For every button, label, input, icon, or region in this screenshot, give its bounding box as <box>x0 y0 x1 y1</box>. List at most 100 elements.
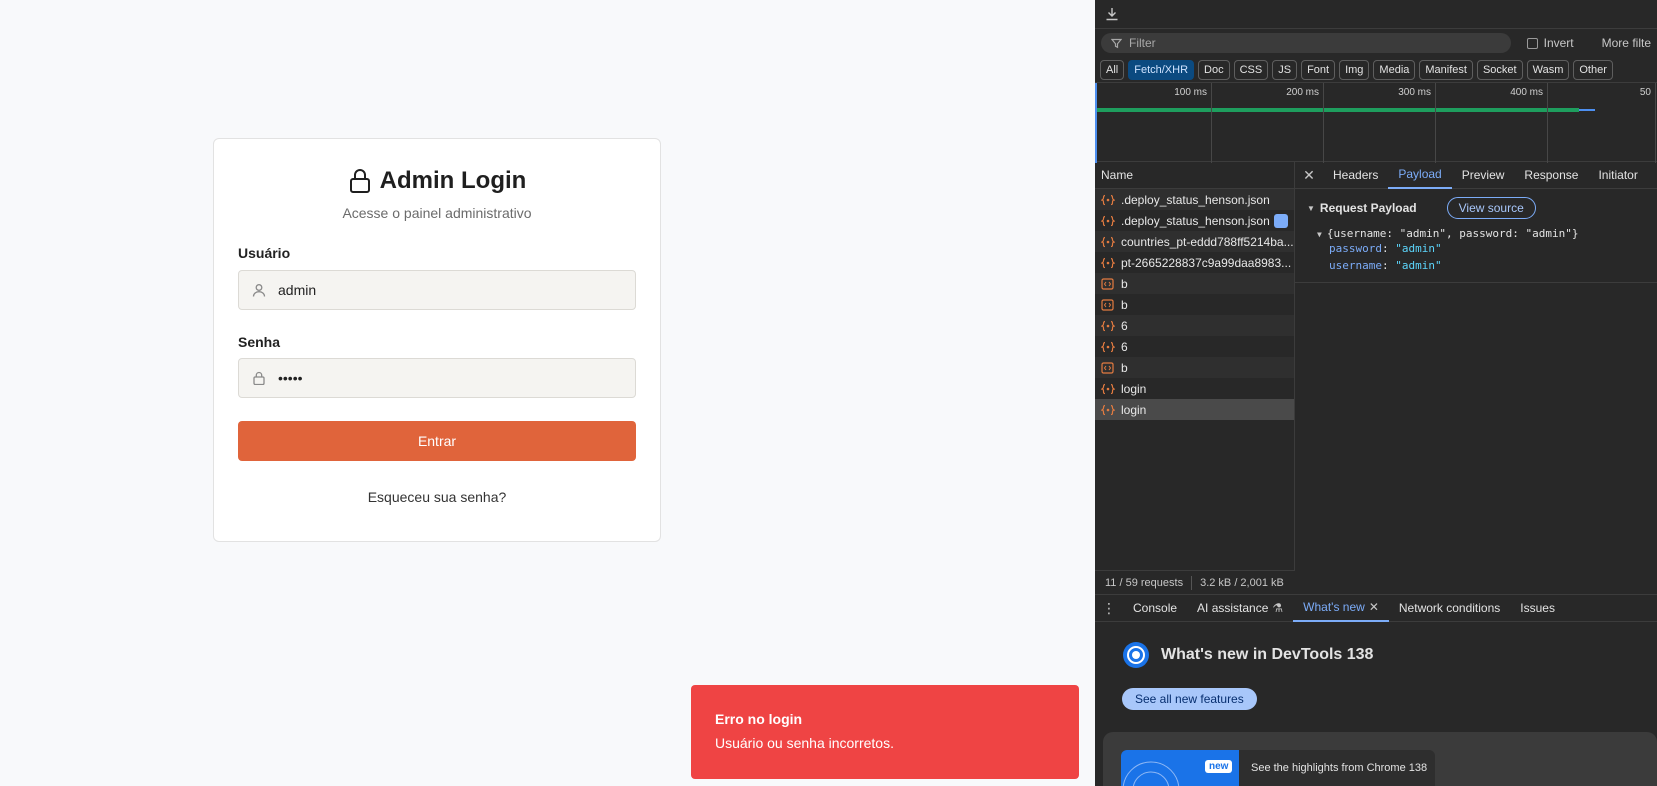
type-filter-chip[interactable]: CSS <box>1233 60 1269 80</box>
type-filter-chip[interactable]: Fetch/XHR <box>1128 60 1195 80</box>
invert-checkbox[interactable] <box>1526 37 1538 49</box>
drawer-tab[interactable]: What's new ✕ <box>1293 594 1389 622</box>
request-name: .deploy_status_henson.json <box>1121 192 1270 207</box>
type-filter-chip[interactable]: All <box>1100 60 1125 80</box>
detail-tab[interactable]: Preview <box>1452 162 1515 189</box>
detail-tab[interactable]: Response <box>1514 162 1588 189</box>
invert-toggle[interactable]: Invert <box>1526 36 1574 50</box>
chrome-logo-icon <box>1122 761 1180 786</box>
view-source-button[interactable]: View source <box>1446 197 1536 219</box>
request-name: .deploy_status_henson.json <box>1121 213 1270 228</box>
type-filter-row: All Fetch/XHR Doc CSS JS Font Img Media Manifest… <box>1095 57 1657 83</box>
drawer-tab-bar: ⋮ Console AI assistance ⚗ What's new ✕ Networ… <box>1095 594 1657 622</box>
caret-down-icon: ▼ <box>1307 203 1315 213</box>
request-row[interactable]: .deploy_status_henson.json <box>1095 210 1294 231</box>
network-timeline[interactable]: 100 ms 200 ms 300 ms 400 ms 50 <box>1095 82 1657 163</box>
timeline-bar <box>1097 108 1579 112</box>
request-row[interactable]: 6 <box>1095 315 1294 336</box>
error-toast: Erro no login Usuário ou senha incorreto… <box>691 685 1079 779</box>
request-name: b <box>1121 297 1128 312</box>
type-filter-chip[interactable]: Doc <box>1198 60 1230 80</box>
more-filters-button[interactable]: More filte <box>1602 36 1651 50</box>
type-filter-chip[interactable]: Wasm <box>1526 60 1570 80</box>
type-filter-chip[interactable]: Img <box>1339 60 1370 80</box>
detail-tab[interactable]: Headers <box>1323 162 1388 189</box>
see-all-features-button[interactable]: See all new features <box>1122 688 1257 710</box>
request-name: countries_pt-eddd788ff5214ba... <box>1121 234 1294 249</box>
fetch-icon <box>1101 236 1115 247</box>
request-row[interactable]: b <box>1095 273 1294 294</box>
username-field[interactable]: admin <box>238 270 636 310</box>
detail-tab[interactable]: Payload <box>1388 162 1452 189</box>
request-name: 6 <box>1121 339 1128 354</box>
request-row[interactable]: countries_pt-eddd788ff5214ba... <box>1095 231 1294 252</box>
request-row[interactable]: pt-2665228837c9a99daa8983... <box>1095 252 1294 273</box>
detail-tab-bar: ✕ Headers Payload Preview Response Initiator <box>1295 162 1657 189</box>
timeline-gridline <box>1211 83 1212 163</box>
drawer-tab[interactable]: Console <box>1123 594 1187 622</box>
close-icon[interactable]: ✕ <box>1295 167 1323 184</box>
username-value: admin <box>278 282 317 298</box>
fetch-icon <box>1101 215 1115 226</box>
request-row[interactable]: 6 <box>1095 336 1294 357</box>
login-title-text: Admin Login <box>379 167 527 194</box>
payload-key: username <box>1329 259 1382 272</box>
payload-section-title: Request Payload <box>1319 201 1417 215</box>
request-row[interactable]: .deploy_status_henson.json <box>1095 189 1294 210</box>
request-row[interactable]: login <box>1095 378 1294 399</box>
payload-field[interactable]: password: "admin" <box>1329 240 1657 257</box>
payload-summary: {username: "admin", password: "admin"} <box>1326 227 1579 240</box>
more-vert-icon[interactable]: ⋮ <box>1095 600 1123 617</box>
new-badge: new <box>1205 760 1233 773</box>
request-name: b <box>1121 276 1128 291</box>
payload-divider <box>1295 282 1657 283</box>
chrome-devtools-icon <box>1123 642 1149 668</box>
type-filter-chip[interactable]: Font <box>1301 60 1336 80</box>
type-filter-chip[interactable]: Other <box>1573 60 1613 80</box>
drawer-tab[interactable]: Issues <box>1510 594 1565 622</box>
login-submit-button[interactable]: Entrar <box>238 421 636 461</box>
status-separator <box>1191 575 1193 590</box>
xhr-icon <box>1101 361 1114 374</box>
password-field[interactable]: ••••• <box>238 358 636 398</box>
request-rows: .deploy_status_henson.json .deploy_status… <box>1095 189 1294 420</box>
fetch-icon <box>1101 341 1115 352</box>
download-icon[interactable] <box>1105 7 1119 21</box>
detail-tab[interactable]: Initiator <box>1588 162 1647 189</box>
request-row[interactable]: b <box>1095 357 1294 378</box>
request-row[interactable]: login <box>1095 399 1294 420</box>
type-filter-chip[interactable]: Socket <box>1476 60 1523 80</box>
devtools-panel: Filter Invert More filte All Fetch/XHR Doc… <box>1095 0 1657 786</box>
timeline-cursor <box>1095 83 1097 163</box>
request-list: Name .deploy_status_henson.json .deploy_s… <box>1095 162 1295 594</box>
timeline-tick-label: 50 <box>1639 87 1651 98</box>
drawer-tab[interactable]: Network conditions <box>1389 594 1510 622</box>
timeline-gridline <box>1435 83 1436 163</box>
transfer-size: 3.2 kB / 2,001 kB <box>1200 576 1284 589</box>
login-card: Admin Login Acesse o painel administrati… <box>213 138 661 542</box>
filter-row: Filter Invert More filte <box>1095 29 1657 57</box>
xhr-icon <box>1101 298 1114 311</box>
timeline-tick-label: 300 ms <box>1398 87 1431 98</box>
payload-field[interactable]: username: "admin" <box>1329 257 1657 274</box>
fetch-icon <box>1101 320 1115 331</box>
toast-message: Usuário ou senha incorretos. <box>715 735 894 751</box>
highlights-item[interactable]: new See the highlights from Chrome 138 <box>1121 750 1435 786</box>
name-column-header[interactable]: Name <box>1095 162 1294 189</box>
request-payload-header[interactable]: ▼ Request Payload View source <box>1295 189 1657 219</box>
request-name: login <box>1121 381 1147 396</box>
request-name: pt-2665228837c9a99daa8983... <box>1121 255 1292 270</box>
drawer-tab[interactable]: AI assistance ⚗ <box>1187 594 1293 622</box>
payload-object[interactable]: ▼ {username: "admin", password: "admin"} <box>1295 219 1657 240</box>
type-filter-chip[interactable]: Manifest <box>1419 60 1473 80</box>
type-filter-chip[interactable]: Media <box>1373 60 1416 80</box>
type-filter-chip[interactable]: JS <box>1272 60 1298 80</box>
forgot-password-link[interactable]: Esqueceu sua senha? <box>214 489 660 505</box>
lock-icon <box>253 371 265 385</box>
request-status-bar: 11 / 59 requests 3.2 kB / 2,001 kB <box>1095 570 1295 594</box>
highlights-text: See the highlights from Chrome 138 <box>1251 762 1428 774</box>
request-row[interactable]: b <box>1095 294 1294 315</box>
filter-input[interactable]: Filter <box>1101 33 1511 53</box>
close-icon[interactable]: ✕ <box>1369 600 1379 614</box>
request-detail-pane: ✕ Headers Payload Preview Response Initiator… <box>1295 162 1657 594</box>
